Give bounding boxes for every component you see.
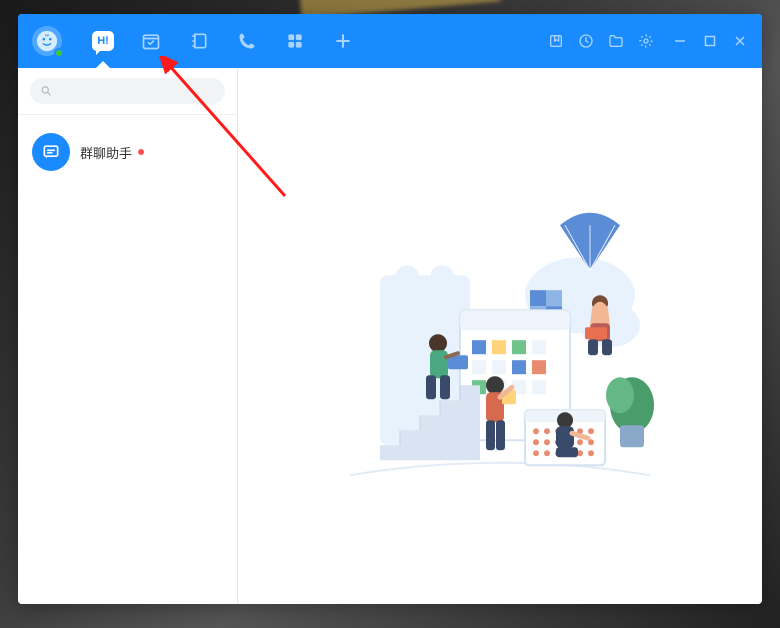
tab-calendar[interactable]: [140, 27, 162, 55]
tab-messages[interactable]: H!: [92, 27, 114, 55]
tray-history[interactable]: [578, 33, 594, 49]
search-input[interactable]: [59, 84, 215, 98]
close-icon: [733, 34, 747, 48]
nav-tabs: H!: [92, 27, 354, 55]
gear-icon: [638, 33, 654, 49]
tab-add[interactable]: [332, 27, 354, 55]
phone-icon: [237, 31, 257, 51]
group-chat-icon: [41, 142, 61, 162]
history-icon: [578, 33, 594, 49]
folder-icon: [608, 33, 624, 49]
plus-icon: [333, 31, 353, 51]
bookmark-icon: [548, 33, 564, 49]
maximize-button[interactable]: [702, 33, 718, 49]
tab-apps[interactable]: [284, 27, 306, 55]
app-window: HI H!: [18, 14, 762, 604]
titlebar: HI H!: [18, 14, 762, 68]
search-box[interactable]: [30, 78, 225, 104]
tab-contacts[interactable]: [188, 27, 210, 55]
content-area: [238, 68, 762, 604]
app-body: 群聊助手: [18, 68, 762, 604]
empty-state-illustration: [320, 195, 680, 515]
tray-folder[interactable]: [608, 33, 624, 49]
minimize-icon: [673, 34, 687, 48]
status-online-dot: [54, 48, 64, 58]
tray-bookmark[interactable]: [548, 33, 564, 49]
chat-avatar: [32, 133, 70, 171]
unread-dot: [138, 149, 144, 155]
maximize-icon: [703, 34, 717, 48]
tray-icons: [548, 33, 654, 49]
chat-list: 群聊助手: [18, 115, 237, 604]
calendar-check-icon: [141, 31, 161, 51]
chat-name-label: 群聊助手: [80, 143, 132, 162]
chat-item-group-assistant[interactable]: 群聊助手: [18, 125, 237, 179]
tray-settings[interactable]: [638, 33, 654, 49]
message-bubble-icon: H!: [92, 31, 114, 51]
search-icon: [40, 84, 53, 98]
sidebar: 群聊助手: [18, 68, 238, 604]
chat-name-row: 群聊助手: [80, 143, 144, 162]
close-button[interactable]: [732, 33, 748, 49]
svg-text:HI: HI: [45, 33, 49, 37]
apps-grid-icon: [285, 31, 305, 51]
message-tab-label: H!: [97, 35, 109, 47]
contacts-icon: [189, 31, 209, 51]
search-container: [18, 68, 237, 115]
user-avatar[interactable]: HI: [32, 26, 62, 56]
window-controls: [672, 33, 748, 49]
tab-calls[interactable]: [236, 27, 258, 55]
minimize-button[interactable]: [672, 33, 688, 49]
